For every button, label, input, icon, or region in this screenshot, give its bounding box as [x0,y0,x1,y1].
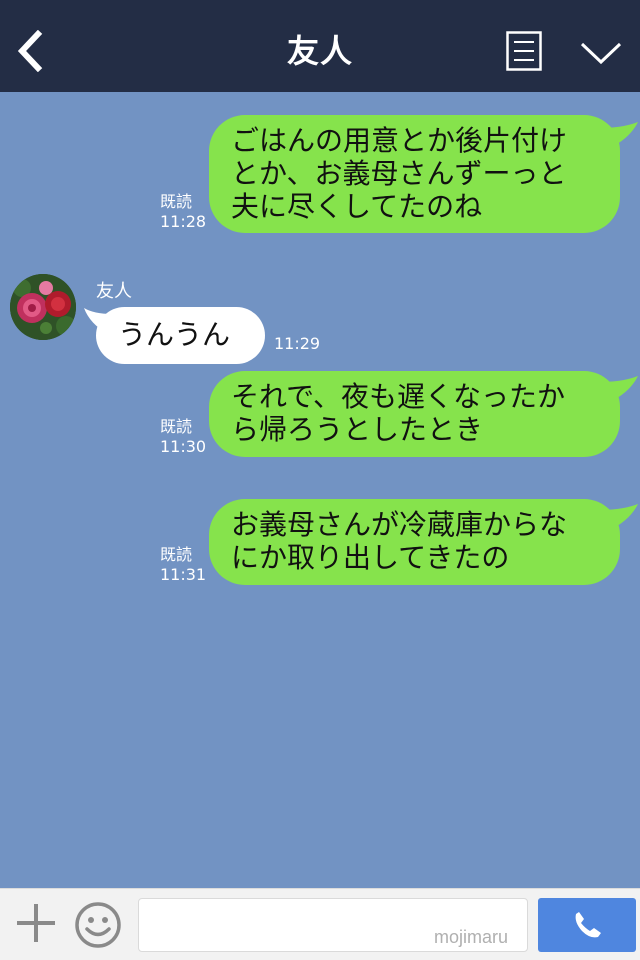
message-time: 11:30 [160,437,207,456]
sent-message-bubble[interactable]: お義母さんが冷蔵庫からな にか取り出してきたの [209,499,620,585]
rose-photo [10,274,76,340]
message-status: 既読 11:28 [160,192,206,232]
message-time: 11:31 [160,565,207,584]
menu-button[interactable] [506,31,542,71]
read-receipt: 既読 [160,192,193,211]
message-composer: mojimaru [0,888,640,960]
message-status: 既読 11:31 [160,545,206,585]
sender-name: 友人 [96,281,132,302]
watermark: mojimaru [434,927,509,947]
message-time: 11:29 [274,334,321,353]
read-receipt: 既読 [160,545,193,564]
document-list-icon [506,31,542,71]
message-time: 11:28 [160,212,207,231]
sent-message-bubble[interactable]: ごはんの用意とか後片付け とか、お義母さんずーっと 夫に尽くしてたのね [209,115,620,233]
received-message-bubble[interactable]: うんうん [96,307,265,364]
message-status: 既読 11:30 [160,417,206,457]
smiley-icon [75,902,121,948]
call-button[interactable] [538,898,636,952]
chevron-down-icon [580,42,622,65]
chat-header: 友人 [0,0,640,92]
chat-title: 友人 [286,32,353,70]
emoji-button[interactable] [74,901,122,949]
chat-area[interactable]: 既読 11:28 ごはんの用意とか後片付け とか、お義母さんずーっと 夫に尽くし… [0,92,640,888]
collapse-button[interactable] [580,40,622,66]
plus-icon [17,904,55,942]
phone-icon [575,912,601,938]
add-attachment-button[interactable] [14,901,58,945]
read-receipt: 既読 [160,417,193,436]
avatar[interactable] [10,274,76,340]
sent-message-bubble[interactable]: それで、夜も遅くなったか ら帰ろうとしたとき [209,371,620,457]
